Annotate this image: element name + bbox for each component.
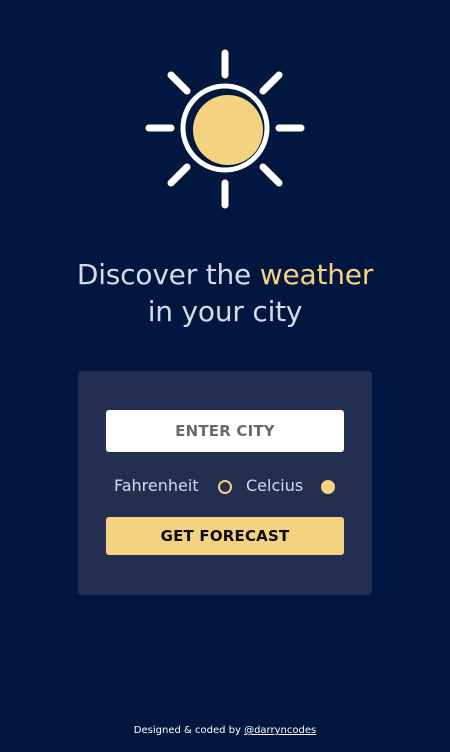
page-headline: Discover the weather in your city [0, 256, 450, 330]
footer-credit: Designed & coded by @darryncodes [0, 723, 450, 739]
footer-credit-text: Designed & coded by [133, 725, 241, 736]
unit-label-celcius[interactable]: Celcius [246, 475, 303, 497]
headline-line2: in your city [147, 295, 303, 328]
author-link[interactable]: @darryncodes [244, 725, 316, 736]
city-input[interactable] [106, 410, 344, 452]
sun-icon [145, 49, 305, 209]
unit-label-fahrenheit[interactable]: Fahrenheit [114, 475, 199, 497]
forecast-form-card: Fahrenheit Celcius GET FORECAST [78, 371, 372, 595]
headline-accent: weather [259, 258, 374, 291]
get-forecast-button[interactable]: GET FORECAST [106, 517, 344, 555]
headline-prefix: Discover the [76, 258, 252, 291]
unit-selector: Fahrenheit Celcius [78, 475, 372, 497]
celcius-radio[interactable] [321, 480, 335, 494]
fahrenheit-radio[interactable] [218, 480, 232, 494]
